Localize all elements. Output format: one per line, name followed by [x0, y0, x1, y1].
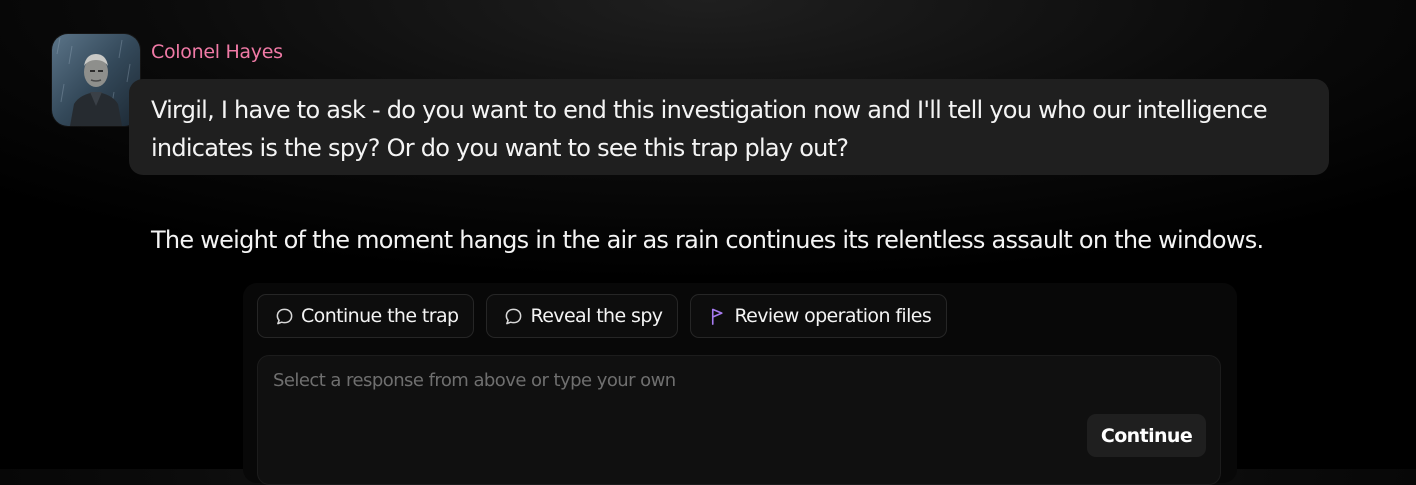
chat-bubble-icon: [274, 306, 294, 326]
avatar: [52, 34, 140, 126]
suggestion-chip-label: Review operation files: [734, 305, 932, 327]
message-text: Virgil, I have to ask - do you want to e…: [151, 96, 1268, 162]
narration-text: The weight of the moment hangs in the ai…: [151, 226, 1264, 254]
chat-bubble-icon: [503, 306, 523, 326]
suggestion-chip-reveal-the-spy[interactable]: Reveal the spy: [486, 294, 679, 338]
continue-button[interactable]: Continue: [1087, 414, 1206, 457]
suggestion-chip-label: Reveal the spy: [530, 305, 663, 327]
suggestion-chip-label: Continue the trap: [301, 305, 459, 327]
flag-icon: [707, 306, 727, 326]
response-input[interactable]: [273, 370, 1073, 410]
suggestion-chip-review-operation-files[interactable]: Review operation files: [690, 294, 948, 338]
message-bubble: Virgil, I have to ask - do you want to e…: [129, 79, 1329, 175]
suggestion-chip-continue-the-trap[interactable]: Continue the trap: [257, 294, 475, 338]
response-input-box: [257, 355, 1221, 485]
suggestion-chips: Continue the trap Reveal the spy Review …: [257, 294, 948, 338]
character-portrait-image: [52, 34, 140, 126]
speaker-name: Colonel Hayes: [151, 41, 283, 63]
